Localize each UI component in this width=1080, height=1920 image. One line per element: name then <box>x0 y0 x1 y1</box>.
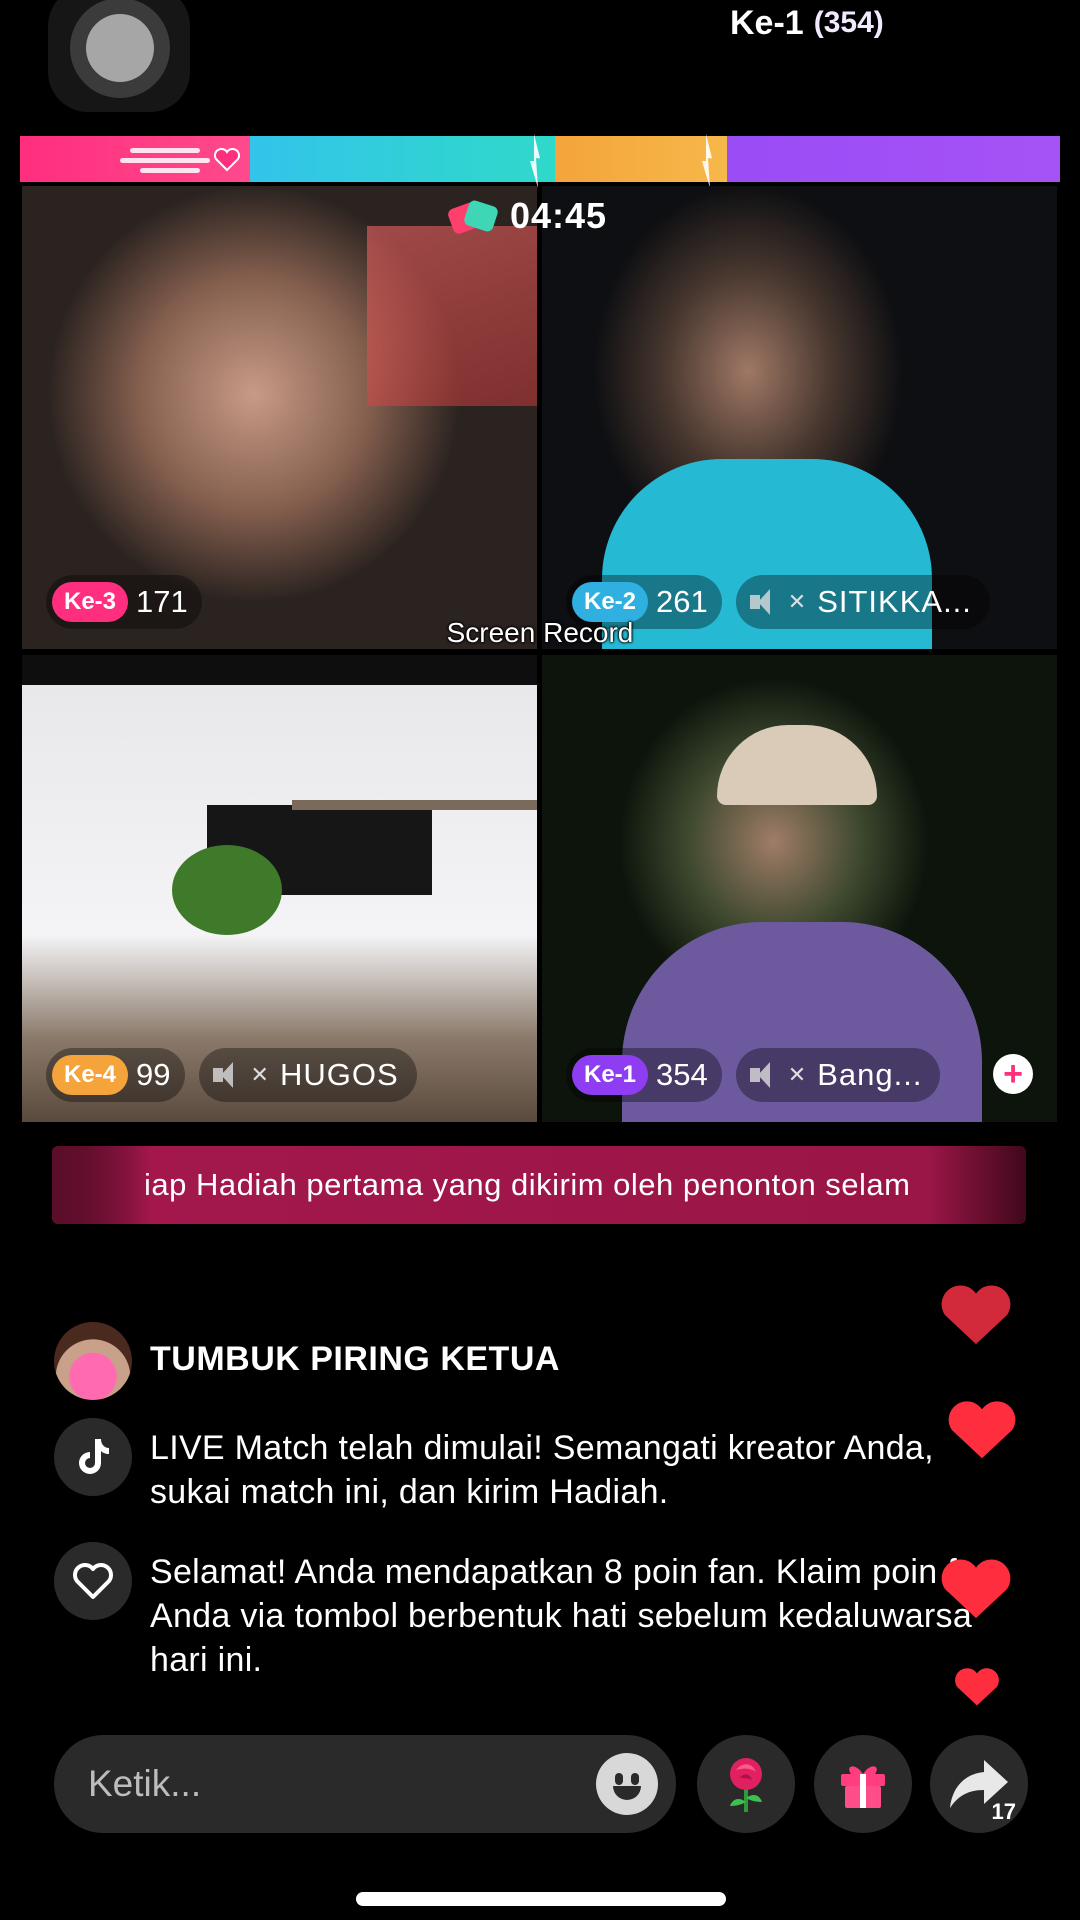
ticker-text: iap Hadiah pertama yang dikirim oleh pen… <box>144 1167 911 1202</box>
system-message-text: LIVE Match telah dimulai! Semangati krea… <box>150 1429 934 1511</box>
mute-x-icon: ✕ <box>787 1062 808 1087</box>
video-tile-ke-4[interactable]: Ke-4 99 ✕ HUGOS <box>22 655 537 1122</box>
video-tile-ke-2[interactable]: Ke-2 261 ✕ SITIKKA... <box>542 186 1057 649</box>
video-tile-ke-1[interactable]: Ke-1 354 ✕ Bang... + <box>542 655 1057 1122</box>
boost-heart-icon <box>213 147 241 172</box>
rose-gift-button[interactable] <box>697 1735 795 1833</box>
rank-pill: Ke-1 354 <box>566 1048 722 1102</box>
user-avatar[interactable] <box>54 1322 132 1400</box>
comment-username: TUMBUK PIRING KETUA <box>150 1340 560 1378</box>
scene-cap <box>717 725 877 805</box>
assistive-touch-ring <box>70 0 170 98</box>
follow-plus-icon[interactable]: + <box>993 1054 1033 1094</box>
comment-input[interactable]: Ketik... <box>54 1735 676 1833</box>
rank-points: 354 <box>656 1057 708 1092</box>
share-button[interactable]: 17 <box>930 1735 1028 1833</box>
video-tile-ke-3[interactable]: Ke-3 171 <box>22 186 537 649</box>
floating-heart-icon <box>941 1285 1011 1345</box>
match-timer: 04:45 <box>446 195 608 237</box>
system-message: Selamat! Anda mendapatkan 8 poin fan. Kl… <box>54 1542 1014 1682</box>
speed-lines-decoration <box>120 136 260 182</box>
assistive-touch-button[interactable] <box>48 0 190 112</box>
rank-points: 261 <box>656 584 708 619</box>
muted-speaker-icon <box>749 1060 784 1090</box>
floating-heart-icon <box>948 1401 1016 1459</box>
match-gloves-icon <box>446 199 500 236</box>
emoji-icon[interactable] <box>596 1753 658 1815</box>
comment-placeholder: Ketik... <box>88 1763 202 1804</box>
rank-badge: Ke-3 <box>52 582 129 622</box>
rank-badge: Ke-1 <box>572 1055 649 1095</box>
system-message: LIVE Match telah dimulai! Semangati krea… <box>54 1418 1014 1514</box>
home-indicator[interactable] <box>356 1892 726 1906</box>
screen-record-label: Screen Record <box>446 617 634 648</box>
rose-icon <box>730 1758 762 1812</box>
share-count: 17 <box>991 1799 1016 1824</box>
muted-speaker-icon <box>212 1060 247 1090</box>
rank-badge: Ke-4 <box>52 1055 129 1095</box>
score-segment-ke-4 <box>555 136 727 182</box>
leader-rank: Ke-1 <box>730 3 804 42</box>
rank-pill: Ke-4 99 <box>46 1048 185 1102</box>
timer-text: 04:45 <box>510 195 608 236</box>
scene-shelf <box>292 800 537 810</box>
host-name: SITIKKA... <box>817 584 972 619</box>
ticker-fade <box>52 1146 152 1224</box>
rank-badge: Ke-2 <box>572 582 649 622</box>
heart-outline-icon <box>54 1542 132 1620</box>
gift-ticker-banner[interactable]: iap Hadiah pertama yang dikirim oleh pen… <box>52 1146 1026 1224</box>
leader-label: Ke-1 (354) <box>708 0 884 46</box>
mute-x-icon: ✕ <box>250 1062 270 1087</box>
gift-icon <box>841 1766 885 1808</box>
comment-item[interactable]: TUMBUK PIRING KETUA <box>54 1322 1014 1400</box>
floating-heart-icon <box>941 1559 1011 1619</box>
host-name: Bang... <box>817 1057 923 1092</box>
muted-speaker-icon <box>749 587 784 617</box>
assistive-touch-dot <box>86 14 154 82</box>
leader-score: (354) <box>813 6 884 39</box>
gift-button[interactable] <box>814 1735 912 1833</box>
scene-plant <box>172 845 282 935</box>
rank-points: 99 <box>136 1057 171 1092</box>
host-name-pill[interactable]: ✕ HUGOS <box>198 1048 417 1102</box>
score-segment-ke-2 <box>250 136 555 182</box>
system-message-text: Selamat! Anda mendapatkan 8 poin fan. Kl… <box>150 1553 996 1679</box>
host-name: HUGOS <box>279 1057 399 1092</box>
host-name-pill[interactable]: ✕ Bang... <box>735 1048 941 1102</box>
tiktok-icon <box>54 1418 132 1496</box>
score-segment-ke-1 <box>727 136 1060 182</box>
rank-points: 171 <box>136 584 188 619</box>
floating-heart-icon <box>955 1668 999 1706</box>
mute-x-icon: ✕ <box>787 589 808 614</box>
